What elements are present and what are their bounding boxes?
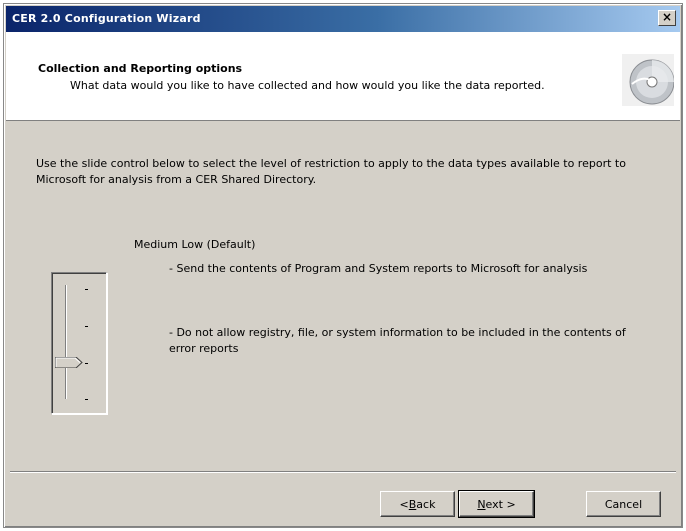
next-button-label: ext > — [485, 497, 516, 511]
restriction-level-name: Medium Low (Default) — [134, 238, 256, 251]
restriction-slider[interactable] — [51, 272, 107, 414]
cd-disc-icon — [622, 54, 674, 106]
back-button-prefix: < — [399, 497, 409, 511]
cancel-button[interactable]: Cancel — [586, 491, 661, 517]
next-button[interactable]: Next > — [458, 490, 535, 518]
instructions-text: Use the slide control below to select th… — [36, 157, 626, 186]
slider-tick — [85, 399, 88, 400]
back-button[interactable]: < Back — [380, 491, 455, 517]
slider-tick — [85, 326, 88, 327]
header-subtitle: What data would you like to have collect… — [70, 79, 545, 92]
title-bar[interactable]: CER 2.0 Configuration Wizard × — [6, 6, 680, 32]
level-description-2: - Do not allow registry, file, or system… — [169, 326, 626, 355]
wizard-header: Collection and Reporting options What da… — [6, 32, 680, 121]
header-title: Collection and Reporting options — [38, 62, 243, 75]
slider-track — [65, 285, 67, 399]
next-button-accelerator: N — [477, 497, 486, 511]
window-title: CER 2.0 Configuration Wizard — [12, 12, 201, 25]
slider-tick — [85, 363, 88, 364]
back-button-accelerator: B — [408, 497, 417, 511]
slider-tick — [85, 289, 88, 290]
back-button-label: ack — [416, 497, 436, 511]
slider-thumb[interactable] — [55, 357, 83, 368]
footer-separator — [10, 471, 676, 473]
level-description-1: - Send the contents of Program and Syste… — [169, 262, 588, 275]
close-button[interactable]: × — [658, 10, 676, 26]
wizard-window: CER 2.0 Configuration Wizard × Collectio… — [3, 3, 683, 528]
